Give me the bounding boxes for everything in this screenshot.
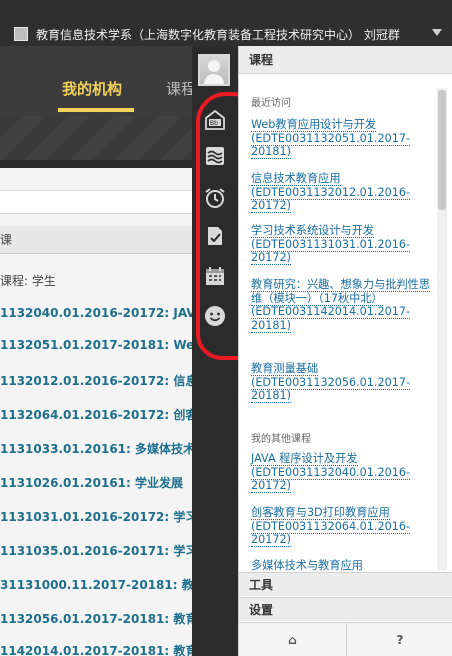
home-button[interactable]: ⌂ — [239, 623, 346, 656]
svg-text:Bb: Bb — [210, 120, 218, 127]
role-line: 课程: 学生 — [0, 274, 56, 288]
institution-icon: ⌂ — [288, 633, 297, 647]
recent-course-link[interactable]: 教育测量基础 (EDTE0031132056.01.2017-20181) — [251, 362, 431, 403]
course-link[interactable]: 1132064.01.2016-20172: 创客 — [0, 406, 197, 423]
calendar-icon[interactable] — [201, 262, 229, 290]
course-link-text: 学习技术系统设计与开发 (EDTE0031131031.01.2016-2017… — [251, 224, 410, 265]
user-bar: 教育信息技术学系（上海数字化教育装备工程技术研究中心） 刘冠群 — [0, 0, 452, 46]
course-link[interactable]: 1131026.01.20161: 学业发展 — [0, 474, 183, 491]
course-link[interactable]: 1132051.01.2017-20181: We — [0, 338, 194, 352]
help-icon: ? — [396, 633, 404, 647]
blackboard-icon[interactable]: Bb — [201, 106, 229, 134]
user-menu-label[interactable]: 教育信息技术学系（上海数字化教育装备工程技术研究中心） 刘冠群 — [36, 26, 400, 43]
course-link-text: Web教育应用设计与开发 (EDTE0031132051.01.2017-201… — [251, 118, 410, 159]
course-link-text: JAVA 程序设计及开发 (EDTE0031132040.01.2016-201… — [251, 452, 410, 493]
course-link-text: 信息技术教育应用 (EDTE0031132012.01.2016-20172) — [251, 172, 410, 213]
other-course-link[interactable]: 创客教育与3D打印教育应用 (EDTE0031132064.01.2016-20… — [251, 506, 431, 547]
tab-my-org[interactable]: 我的机构 — [62, 78, 122, 99]
document-check-icon[interactable] — [201, 222, 229, 250]
other-courses-label: 我的其他课程 — [251, 434, 311, 445]
smiley-icon[interactable] — [201, 302, 229, 330]
course-link[interactable]: 1131031.01.2016-20172: 学习 — [0, 508, 197, 525]
panel-title: 课程 — [239, 46, 452, 74]
recent-course-link[interactable]: Web教育应用设计与开发 (EDTE0031132051.01.2017-201… — [251, 118, 431, 159]
help-button[interactable]: ? — [346, 623, 452, 656]
caret-up-icon[interactable] — [432, 29, 442, 36]
recent-course-link[interactable]: 教育研究：兴趣、想象力与批判性思维（模块一）（17秋中北） (EDTE00311… — [251, 278, 431, 333]
course-link[interactable]: 1132040.01.2016-20172: JAV — [0, 306, 196, 320]
panel-scroll-area: 最近访问 Web教育应用设计与开发 (EDTE0031132051.01.201… — [239, 74, 439, 572]
alarm-clock-icon[interactable] — [201, 184, 229, 212]
recent-label: 最近访问 — [251, 98, 291, 109]
course-menu-panel: 课程 最近访问 Web教育应用设计与开发 (EDTE0031132051.01.… — [238, 46, 452, 656]
recent-course-link[interactable]: 学习技术系统设计与开发 (EDTE0031131031.01.2016-2017… — [251, 224, 431, 265]
course-link-text: 创客教育与3D打印教育应用 (EDTE0031132064.01.2016-20… — [251, 506, 410, 547]
tools-section[interactable]: 工具 — [239, 572, 452, 596]
course-link-text: 教育研究：兴趣、想象力与批判性思维（模块一）（17秋中北） (EDTE00311… — [251, 278, 431, 333]
course-link[interactable]: 1132056.01.2017-20181: 教育 — [0, 610, 197, 627]
course-link[interactable]: 1131033.01.20161: 多媒体技术 — [0, 440, 195, 457]
course-link[interactable]: 31131000.11.2017-20181: 教育 — [0, 576, 206, 593]
course-link-text: 教育测量基础 (EDTE0031132056.01.2017-20181) — [251, 362, 410, 403]
course-link-text: 多媒体技术与教育应用 — [251, 559, 363, 572]
scrollbar-thumb[interactable] — [438, 90, 446, 210]
recent-course-link[interactable]: 信息技术教育应用 (EDTE0031132012.01.2016-20172) — [251, 172, 431, 213]
waves-icon[interactable] — [201, 142, 229, 170]
user-avatar-icon — [14, 27, 28, 41]
profile-avatar-icon[interactable] — [198, 54, 230, 86]
side-icon-column: Bb — [192, 46, 238, 656]
course-link[interactable]: 1131035.01.2016-20171: 学习 — [0, 542, 197, 559]
other-course-link[interactable]: 多媒体技术与教育应用 — [251, 559, 431, 572]
active-tab-indicator — [58, 108, 134, 112]
course-link[interactable]: 1132012.01.2016-20172: 信息 — [0, 372, 197, 389]
panel-footer: ⌂ ? — [239, 622, 452, 656]
settings-section[interactable]: 设置 — [239, 597, 452, 621]
other-course-link[interactable]: JAVA 程序设计及开发 (EDTE0031132040.01.2016-201… — [251, 452, 431, 493]
